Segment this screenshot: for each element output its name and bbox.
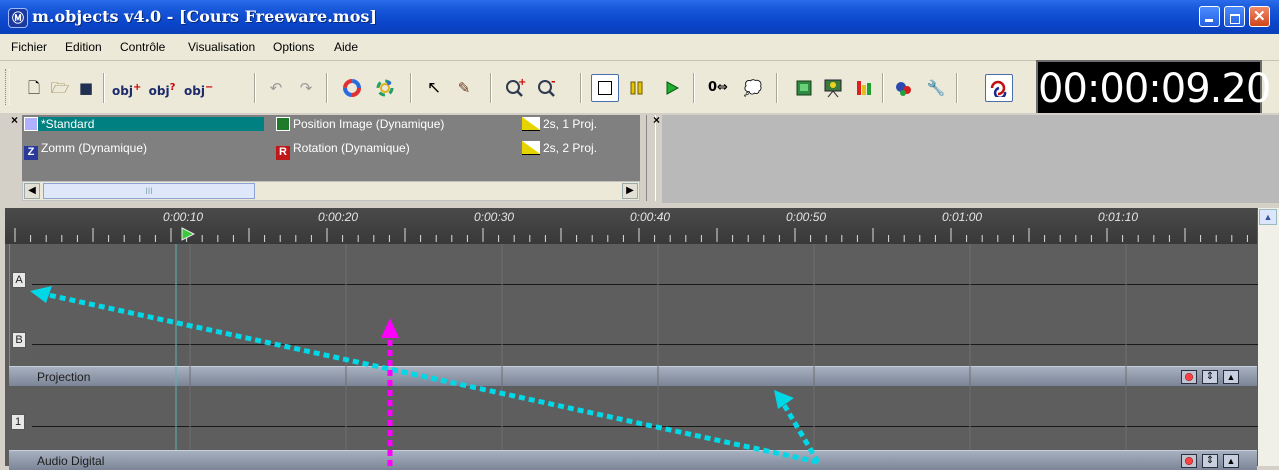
minimize-button[interactable] [1199,6,1220,27]
track-label-1[interactable]: 1 [11,414,25,430]
add-object-icon[interactable]: obj+ [112,76,141,100]
menu-options[interactable]: Options [273,40,314,54]
library-item-position[interactable]: Position Image (Dynamique) [276,117,444,131]
scroll-up-icon[interactable]: ▲ [1259,209,1277,225]
toolbar-separator [693,73,695,103]
new-file-icon[interactable]: 🗋 [22,76,46,100]
projection-track-headers: A B [9,244,33,366]
band-label: Projection [37,370,91,384]
position-effect-icon [276,117,290,131]
close-icon[interactable]: × [653,113,660,127]
minimize-icon [1205,19,1213,22]
svg-text:+: + [518,77,526,88]
title-bar: Ⓜ m.objects v4.0 - [Cours Freeware.mos] … [0,0,1279,34]
track-label-b[interactable]: B [12,332,26,348]
collapse-up-icon[interactable]: ▲ [1223,370,1239,384]
toolbar-separator [490,73,492,103]
menu-aide[interactable]: Aide [334,40,358,54]
track-1[interactable] [32,388,1258,450]
open-folder-icon[interactable]: 🗁 [48,76,72,100]
select-arrow-icon[interactable]: ↖ [422,76,446,100]
playhead-marker-icon[interactable] [181,227,195,241]
zoom-in-icon[interactable]: + [503,76,527,100]
restore-button[interactable] [1224,6,1245,27]
fade-curve-icon [522,141,540,155]
toolbar-separator [882,73,884,103]
secondary-panel [662,115,1279,203]
loop-icon[interactable] [985,74,1013,102]
toolbar-grip[interactable] [5,69,10,105]
levels-icon[interactable] [852,76,876,100]
time-ruler[interactable]: 0:00:10 0:00:20 0:00:30 0:00:40 0:00:50 … [5,208,1257,244]
expand-collapse-icon[interactable]: ⇕ [1202,370,1218,384]
close-icon: ✕ [1253,8,1266,25]
presentation-icon[interactable] [821,76,845,100]
remove-object-icon[interactable]: obj− [184,76,213,100]
panel-splitter[interactable] [646,115,656,201]
zoom-effect-icon: Z [24,146,38,160]
scroll-thumb[interactable]: III [43,183,255,199]
image-icon[interactable] [792,76,816,100]
menu-edition[interactable]: Edition [65,40,102,54]
scroll-left-icon[interactable]: ◀ [24,183,40,199]
speech-bubble-icon[interactable]: 💭 [741,76,765,100]
menu-fichier[interactable]: Fichier [11,40,47,54]
color-wheel-icon[interactable] [340,76,364,100]
object-info-icon[interactable]: obj? [148,76,176,100]
library-item-standard[interactable]: *Standard [24,117,264,131]
library-item-fade-1[interactable]: 2s, 1 Proj. [522,117,597,131]
toolbar-separator [956,73,958,103]
menu-controle[interactable]: Contrôle [120,40,165,54]
svg-text:-: - [551,77,556,88]
library-hscrollbar[interactable]: ◀ III ▶ [22,181,640,201]
redo-icon[interactable]: ↷ [294,76,318,100]
eyedropper-icon[interactable]: ✎ [452,76,476,100]
rotation-effect-icon: R [276,146,290,160]
audio-band[interactable]: Audio Digital ⇕ ▲ [9,450,1257,470]
pause-icon[interactable] [625,76,649,100]
window-title: m.objects v4.0 - [Cours Freeware.mos] [32,7,377,26]
standard-effect-icon [24,117,38,131]
menu-visualisation[interactable]: Visualisation [188,40,255,54]
close-icon[interactable]: × [11,113,18,127]
scroll-right-icon[interactable]: ▶ [622,183,638,199]
play-icon[interactable] [660,76,684,100]
zoom-out-icon[interactable]: - [535,75,559,100]
library-item-fade-2[interactable]: 2s, 2 Proj. [522,141,597,155]
track-label-a[interactable]: A [12,272,26,288]
toolbar-separator [776,73,778,103]
record-icon[interactable] [1181,370,1197,384]
timecode-display: 00:00:09.20 [1036,60,1271,118]
wrench-icon[interactable]: 🔧 [924,76,948,100]
track-divider [32,426,1258,427]
menu-bar: Fichier Edition Contrôle Visualisation O… [0,34,1279,61]
m-objects-logo-icon[interactable]: Ⓜ [8,8,28,28]
toolbar-separator [254,73,256,103]
track-divider [32,344,1258,345]
save-icon[interactable]: ■ [74,76,98,100]
projection-band[interactable]: Projection ⇕ ▲ [9,366,1257,386]
timeline-vscrollbar[interactable]: ▲ [1258,208,1279,466]
stop-icon[interactable] [591,74,619,102]
audio-track-headers: 1 [9,388,32,450]
undo-icon[interactable]: ↶ [264,76,288,100]
close-button[interactable]: ✕ [1249,6,1270,27]
fade-curve-icon [522,117,540,131]
library-item-rotation[interactable]: R Rotation (Dynamique) [276,141,410,160]
toolbar-separator [580,73,582,103]
library-item-zoom[interactable]: Z Zomm (Dynamique) [24,141,147,160]
restore-icon [1230,14,1240,24]
toolbar-separator [410,73,412,103]
track-a[interactable] [32,244,1258,284]
objects-icon[interactable] [892,76,916,100]
toolbar-separator [103,73,105,103]
track-b[interactable] [32,285,1258,344]
color-palette-icon[interactable] [373,76,397,100]
goto-zero-icon[interactable]: 0⇔ [703,76,733,100]
toolbar-separator [326,73,328,103]
